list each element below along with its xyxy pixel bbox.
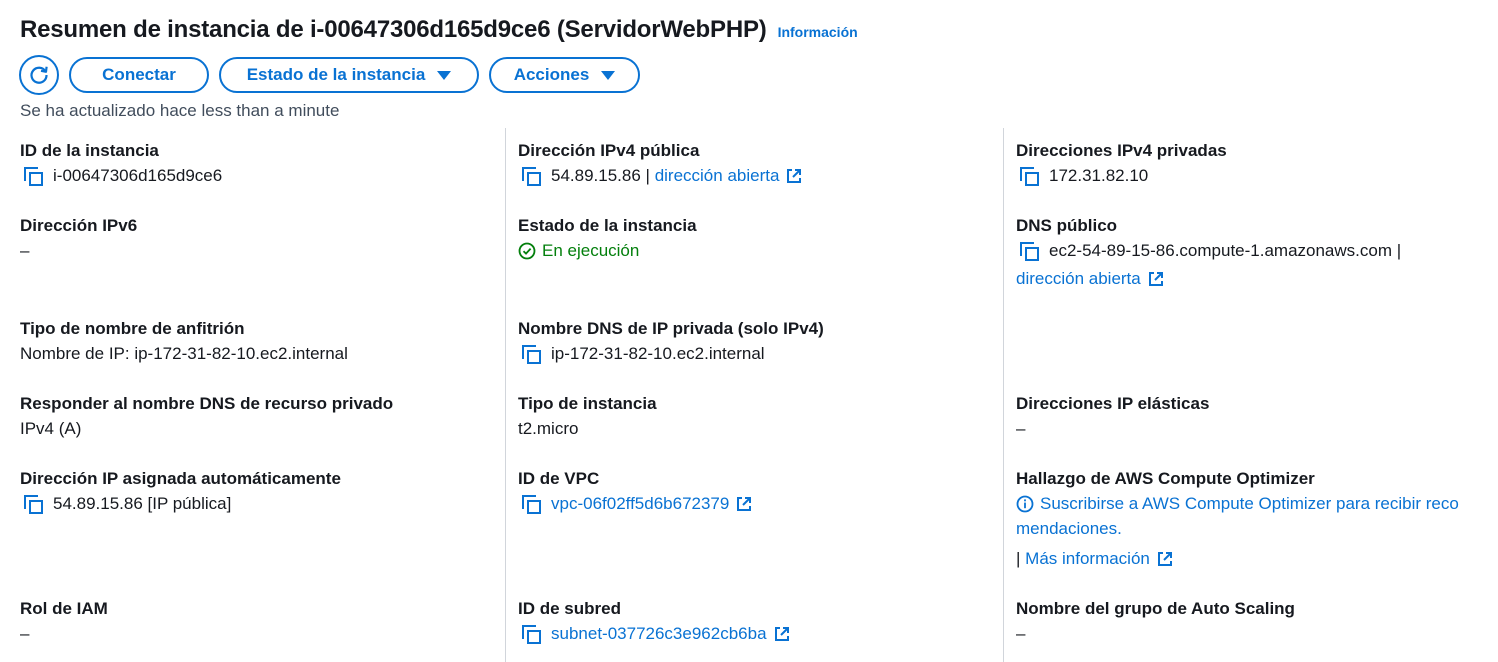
- copy-icon[interactable]: [24, 167, 43, 186]
- external-link-icon[interactable]: [735, 495, 753, 513]
- private-dns-name-value: ip-172-31-82-10.ec2.internal: [551, 344, 765, 363]
- field-label: Dirección IPv4 pública: [518, 141, 700, 160]
- external-link-icon[interactable]: [1156, 550, 1174, 568]
- external-link-icon[interactable]: [1147, 270, 1165, 288]
- field-instance-state: Estado de la instancia En ejecución: [518, 216, 697, 262]
- field-label: Tipo de instancia: [518, 394, 657, 413]
- connect-button[interactable]: Conectar: [69, 57, 209, 93]
- instance-id-value: i-00647306d165d9ce6: [53, 166, 223, 185]
- instance-type-value: t2.micro: [518, 419, 579, 438]
- hostname-type-value: Nombre de IP: ip-172-31-82-10.ec2.intern…: [20, 344, 348, 363]
- ipv6-value: –: [20, 241, 30, 260]
- field-label: ID de VPC: [518, 469, 600, 488]
- field-private-ipv4: Direcciones IPv4 privadas 172.31.82.10: [1016, 141, 1227, 187]
- optimizer-subscribe-link[interactable]: Suscribirse a AWS Compute Optimizer para…: [1040, 493, 1459, 515]
- external-link-icon[interactable]: [773, 625, 791, 643]
- copy-icon[interactable]: [522, 167, 541, 186]
- elastic-ips-value: –: [1016, 419, 1026, 438]
- field-public-ipv4: Dirección IPv4 pública 54.89.15.86 | dir…: [518, 141, 803, 187]
- column-divider: [1003, 128, 1004, 662]
- public-ipv4-value: 54.89.15.86 |: [551, 166, 650, 185]
- field-private-dns-name: Nombre DNS de IP privada (solo IPv4) ip-…: [518, 319, 824, 365]
- refresh-button[interactable]: [19, 55, 59, 95]
- copy-icon[interactable]: [1020, 242, 1039, 261]
- column-divider: [505, 128, 506, 662]
- caret-down-icon: [437, 70, 452, 80]
- public-dns-value: ec2-54-89-15-86.compute-1.amazonaws.com …: [1049, 241, 1402, 260]
- info-link[interactable]: Información: [778, 24, 858, 40]
- field-label: Direcciones IP elásticas: [1016, 394, 1210, 413]
- separator: |: [1016, 549, 1021, 568]
- field-label: Rol de IAM: [20, 599, 108, 618]
- field-vpc-id: ID de VPC vpc-06f02ff5d6b672379: [518, 469, 753, 515]
- field-public-dns: DNS público ec2-54-89-15-86.compute-1.am…: [1016, 216, 1401, 290]
- copy-icon[interactable]: [522, 345, 541, 364]
- field-label: DNS público: [1016, 216, 1118, 235]
- field-elastic-ips: Direcciones IP elásticas –: [1016, 394, 1209, 440]
- connect-label: Conectar: [102, 65, 176, 84]
- field-label: Nombre DNS de IP privada (solo IPv4): [518, 319, 824, 338]
- field-private-dns-answer: Responder al nombre DNS de recurso priva…: [20, 394, 393, 440]
- private-ipv4-value: 172.31.82.10: [1049, 166, 1149, 185]
- instance-state-value: En ejecución: [542, 241, 640, 260]
- open-address-link[interactable]: dirección abierta: [655, 165, 780, 187]
- asg-name-value: –: [1016, 624, 1026, 643]
- field-auto-ip: Dirección IP asignada automáticamente 54…: [20, 469, 341, 515]
- copy-icon[interactable]: [522, 625, 541, 644]
- field-instance-id: ID de la instancia i-00647306d165d9ce6: [20, 141, 222, 187]
- caret-down-icon: [601, 70, 616, 80]
- field-label: Direcciones IPv4 privadas: [1016, 141, 1227, 160]
- subnet-id-link[interactable]: subnet-037726c3e962cb6ba: [551, 623, 767, 645]
- field-instance-type: Tipo de instancia t2.micro: [518, 394, 657, 440]
- open-address-link[interactable]: dirección abierta: [1016, 268, 1141, 290]
- field-label: Responder al nombre DNS de recurso priva…: [20, 394, 394, 413]
- actions-button[interactable]: Acciones: [489, 57, 640, 93]
- field-label: Estado de la instancia: [518, 216, 697, 235]
- more-info-link[interactable]: Más información: [1025, 548, 1150, 570]
- field-label: Dirección IP asignada automáticamente: [20, 469, 341, 488]
- action-bar: Conectar Estado de la instancia Acciones: [19, 55, 650, 95]
- external-link-icon[interactable]: [785, 167, 803, 185]
- refresh-icon: [30, 66, 48, 84]
- page-header: Resumen de instancia de i-00647306d165d9…: [20, 16, 858, 44]
- actions-label: Acciones: [513, 65, 590, 84]
- optimizer-subscribe-link-cont[interactable]: mendaciones.: [1016, 518, 1122, 540]
- last-updated-text: Se ha actualizado hace less than a minut…: [20, 101, 340, 120]
- page-title: Resumen de instancia de i-00647306d165d9…: [20, 16, 767, 43]
- instance-state-label: Estado de la instancia: [246, 65, 426, 84]
- field-subnet-id: ID de subred subnet-037726c3e962cb6ba: [518, 599, 791, 645]
- field-label: Dirección IPv6: [20, 216, 138, 235]
- private-dns-answer-value: IPv4 (A): [20, 419, 82, 438]
- vpc-id-link[interactable]: vpc-06f02ff5d6b672379: [551, 493, 729, 515]
- field-label: Nombre del grupo de Auto Scaling: [1016, 599, 1295, 618]
- field-label: Hallazgo de AWS Compute Optimizer: [1016, 469, 1315, 488]
- copy-icon[interactable]: [1020, 167, 1039, 186]
- field-label: ID de subred: [518, 599, 621, 618]
- field-compute-optimizer: Hallazgo de AWS Compute Optimizer Suscri…: [1016, 469, 1459, 570]
- field-hostname-type: Tipo de nombre de anfitrión Nombre de IP…: [20, 319, 348, 365]
- field-label: Tipo de nombre de anfitrión: [20, 319, 245, 338]
- field-label: ID de la instancia: [20, 141, 159, 160]
- field-ipv6: Dirección IPv6 –: [20, 216, 137, 262]
- field-asg-name: Nombre del grupo de Auto Scaling –: [1016, 599, 1295, 645]
- field-iam-role: Rol de IAM –: [20, 599, 108, 645]
- info-icon: [1016, 495, 1034, 513]
- auto-ip-value: 54.89.15.86 [IP pública]: [53, 494, 232, 513]
- copy-icon[interactable]: [522, 495, 541, 514]
- instance-state-button[interactable]: Estado de la instancia: [219, 57, 479, 93]
- iam-role-value: –: [20, 624, 30, 643]
- success-check-icon: [518, 242, 536, 260]
- copy-icon[interactable]: [24, 495, 43, 514]
